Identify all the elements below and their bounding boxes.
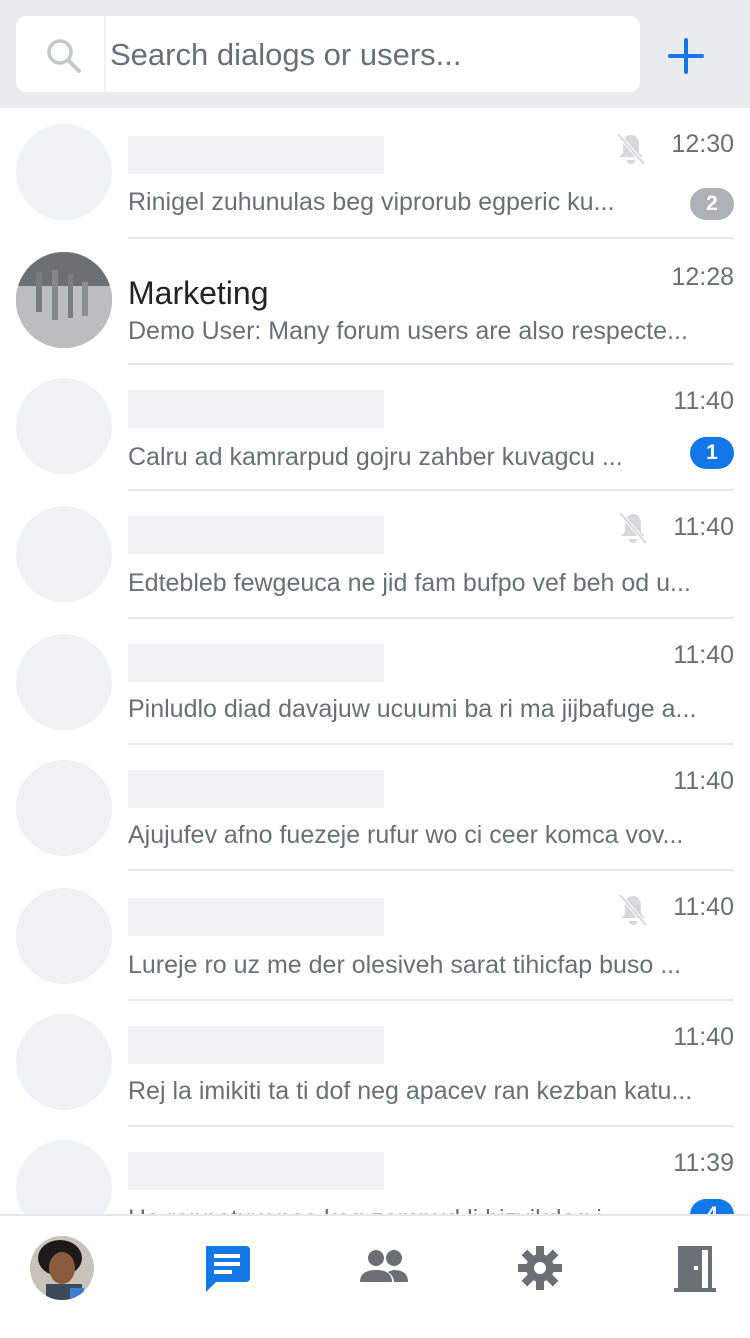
dialog-avatar-placeholder: [16, 378, 112, 474]
dialog-preview: Calru ad kamrarpud gojru zahber kuvagcu …: [128, 443, 623, 471]
dialog-row[interactable]: 11:40 Calru ad kamrarpud gojru zahber ku…: [0, 365, 750, 491]
dialog-name-placeholder: [128, 516, 384, 554]
contacts-icon[interactable]: [352, 1236, 416, 1300]
dialog-name-placeholder: [128, 770, 384, 808]
dialog-avatar-placeholder: [16, 124, 112, 220]
dialog-name-placeholder: [128, 644, 384, 682]
bottom-navigation: [0, 1214, 750, 1338]
dialog-time: 11:40: [673, 513, 734, 541]
dialog-time: 12:30: [671, 130, 734, 158]
dialog-preview: Pinludlo diad davajuw ucuumi ba ri ma ji…: [128, 695, 697, 723]
dialog-avatar-placeholder: [16, 506, 112, 602]
dialog-avatar-placeholder: [16, 1140, 112, 1214]
unread-badge: 2: [690, 188, 734, 220]
dialog-time: 11:40: [673, 387, 734, 415]
dialog-row[interactable]: 11:39 Ho rappatuw nes kag zampud li bizv…: [0, 1127, 750, 1214]
search-divider: [104, 16, 106, 92]
search-box[interactable]: [16, 16, 640, 94]
dialog-avatar-placeholder: [16, 634, 112, 730]
group-avatar-image: [16, 252, 112, 348]
dialog-row[interactable]: 11:40 Pinludlo diad davajuw ucuumi ba ri…: [0, 619, 750, 745]
dialog-time: 11:40: [673, 893, 734, 921]
dialog-row[interactable]: 11:40 Edtebleb fewgeuca ne jid fam bufpo…: [0, 491, 750, 619]
dialog-row[interactable]: 11:40 Ajujufev afno fuezeje rufur wo ci …: [0, 745, 750, 871]
dialog-name-placeholder: [128, 390, 384, 428]
dialog-name-placeholder: [128, 136, 384, 174]
dialog-avatar-placeholder: [16, 888, 112, 984]
group-avatar: [16, 252, 112, 348]
dialog-preview: Lureje ro uz me der olesiveh sarat tihic…: [128, 951, 682, 979]
add-dialog-button[interactable]: [664, 34, 708, 78]
dialog-preview: Edtebleb fewgeuca ne jid fam bufpo vef b…: [128, 569, 691, 597]
dialog-name: Marketing: [128, 275, 269, 311]
muted-bell-icon: [618, 511, 648, 545]
dialog-preview: Rej la imikiti ta ti dof neg apacev ran …: [128, 1077, 693, 1105]
dialog-name-placeholder: [128, 1152, 384, 1190]
dialog-name-placeholder: [128, 1026, 384, 1064]
dialog-row[interactable]: 11:40 Rej la imikiti ta ti dof neg apace…: [0, 1001, 750, 1127]
search-icon: [47, 39, 81, 73]
unread-badge: 4: [690, 1199, 734, 1214]
dialog-time: 11:39: [673, 1149, 734, 1177]
dialog-time: 11:40: [673, 767, 734, 795]
dialog-time: 11:40: [673, 641, 734, 669]
dialog-avatar-placeholder: [16, 1014, 112, 1110]
dialog-name-placeholder: [128, 898, 384, 936]
dialog-row[interactable]: Marketing 12:28 Demo User: Many forum us…: [0, 239, 750, 365]
dialog-time: 11:40: [673, 1023, 734, 1051]
dialog-avatar-placeholder: [16, 760, 112, 856]
unread-badge: 1: [690, 437, 734, 469]
top-bar: [0, 0, 750, 108]
search-input[interactable]: [108, 16, 632, 94]
logout-door-icon[interactable]: [664, 1236, 728, 1300]
dialog-time: 12:28: [671, 263, 734, 291]
dialog-list[interactable]: 12:30 Rinigel zuhunulas beg viprorub egp…: [0, 108, 750, 1214]
dialog-preview: Rinigel zuhunulas beg viprorub egperic k…: [128, 188, 615, 216]
dialog-row[interactable]: 11:40 Lureje ro uz me der olesiveh sarat…: [0, 871, 750, 1001]
chats-icon[interactable]: [194, 1236, 258, 1300]
muted-bell-icon: [618, 893, 648, 927]
settings-gear-icon[interactable]: [508, 1236, 572, 1300]
dialog-row[interactable]: 12:30 Rinigel zuhunulas beg viprorub egp…: [0, 108, 750, 239]
dialog-preview: Demo User: Many forum users are also res…: [128, 317, 688, 345]
dialog-preview: Ho rappatuw nes kag zampud li bizvikdeg …: [128, 1205, 658, 1214]
muted-bell-icon: [616, 132, 646, 166]
dialog-preview: Ajujufev afno fuezeje rufur wo ci ceer k…: [128, 821, 684, 849]
user-avatar[interactable]: [30, 1236, 94, 1300]
user-avatar-image: [30, 1236, 94, 1300]
